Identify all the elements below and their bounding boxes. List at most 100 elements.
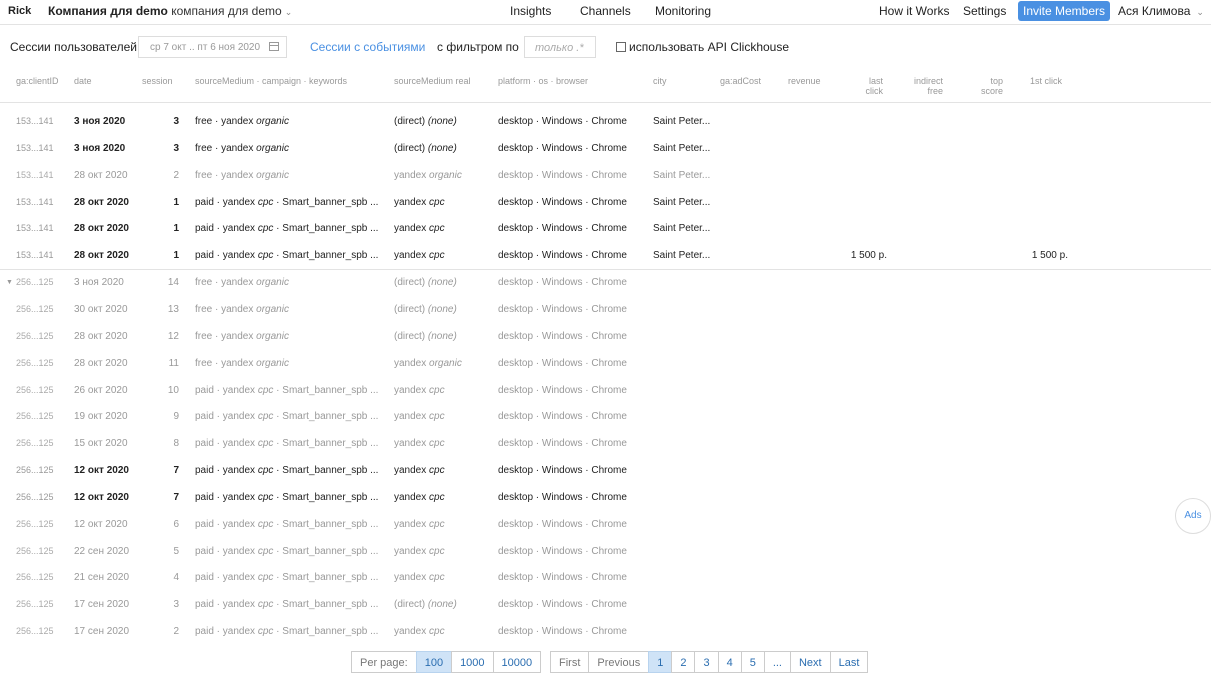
table-row[interactable]: ▼ 256...125 3 ноя 2020 14 free · yandex orga…	[0, 269, 1211, 296]
client-id-cell: 256...125	[16, 599, 54, 610]
first-click-cell	[1010, 538, 1068, 565]
col-session[interactable]: session	[142, 76, 173, 86]
sessions-with-events-link[interactable]: Сессии с событиями	[310, 36, 425, 58]
last-click-cell	[835, 215, 887, 242]
company-selector[interactable]: Компания для demo компания для demo ⌄	[48, 0, 292, 22]
nav-insights[interactable]: Insights	[510, 0, 551, 22]
date-cell: 28 окт 2020	[74, 196, 129, 208]
table-row[interactable]: 153...141 3 ноя 2020 3 free · yandex organi…	[0, 135, 1211, 162]
table-row[interactable]: 256...125 15 окт 2020 8 paid · yandex cpc ·…	[0, 430, 1211, 457]
nav-monitoring[interactable]: Monitoring	[655, 0, 711, 22]
nav-how-it-works[interactable]: How it Works	[879, 0, 949, 22]
real-source-text: yandex	[394, 196, 430, 208]
invite-members-button[interactable]: Invite Members	[1018, 1, 1111, 21]
table-row[interactable]: 256...125 22 сен 2020 5 paid · yandex cpc ·…	[0, 538, 1211, 565]
date-range-picker[interactable]: ср 7 окт .. пт 6 ноя 2020	[138, 36, 287, 58]
filter-label: с фильтром по	[437, 40, 519, 54]
caret-down-icon[interactable]: ▼	[6, 269, 13, 296]
col-city[interactable]: city	[653, 76, 667, 86]
first-click-cell	[1010, 215, 1068, 242]
date-cell: 28 окт 2020	[74, 357, 128, 369]
user-name[interactable]: Rick	[8, 0, 31, 22]
table-row[interactable]: 256...125 17 сен 2020 2 paid · yandex cpc ·…	[0, 618, 1211, 645]
page-3[interactable]: 3	[694, 651, 719, 673]
filter-input[interactable]: только .*	[524, 36, 596, 58]
table-row[interactable]: 153...141 3 ноя 2020 3 free · yandex organi…	[0, 108, 1211, 135]
col-source-medium-real[interactable]: sourceMedium real	[394, 76, 471, 86]
col-source-medium[interactable]: sourceMedium · campaign · keywords	[195, 76, 347, 86]
col-revenue[interactable]: revenue	[788, 76, 821, 86]
table-row[interactable]: 256...125 30 окт 2020 13 free · yandex orga…	[0, 296, 1211, 323]
source-medium-real-cell: (direct) (none)	[394, 323, 494, 350]
table-row[interactable]: 256...125 26 окт 2020 10 paid · yandex cpc …	[0, 377, 1211, 404]
table-row[interactable]: 256...125 12 окт 2020 6 paid · yandex cpc ·…	[0, 511, 1211, 538]
table-row[interactable]: 153...141 28 окт 2020 1 paid · yandex cpc ·…	[0, 189, 1211, 216]
per-page-100[interactable]: 100	[415, 651, 453, 673]
medium-cell-text: cpc	[257, 518, 274, 530]
source-cell-text: paid · yandex	[195, 250, 258, 262]
table-row[interactable]: 256...125 17 сен 2020 3 paid · yandex cpc ·…	[0, 591, 1211, 618]
table-row[interactable]: 153...141 28 окт 2020 1 paid · yandex cpc ·…	[0, 215, 1211, 242]
campaign-cell-text: · Smart_banner_spb ...	[273, 491, 379, 503]
col-platform[interactable]: platform · os · browser	[498, 76, 588, 86]
medium-cell-text: cpc	[257, 223, 274, 235]
table-row[interactable]: 256...125 19 окт 2020 9 paid · yandex cpc ·…	[0, 403, 1211, 430]
last-click-cell	[835, 591, 887, 618]
page-last[interactable]: Last	[829, 651, 869, 673]
table-row[interactable]: 256...125 12 окт 2020 7 paid · yandex cpc ·…	[0, 457, 1211, 484]
source-medium-real-cell: yandex organic	[394, 162, 494, 189]
table-row[interactable]: 153...141 28 окт 2020 2 free · yandex organ…	[0, 162, 1211, 189]
platform-cell: desktop · Windows · Chrome	[498, 626, 627, 638]
medium-cell-text: cpc	[257, 196, 274, 208]
platform-cell: desktop · Windows · Chrome	[498, 142, 627, 154]
page-5[interactable]: 5	[740, 651, 765, 673]
col-date[interactable]: date	[74, 76, 92, 86]
city-cell: Saint Peter...	[653, 250, 711, 262]
col-top-score[interactable]: top score	[970, 76, 1003, 96]
page-2[interactable]: 2	[671, 651, 696, 673]
real-medium-text: organic	[429, 169, 462, 181]
platform-cell: desktop · Windows · Chrome	[498, 572, 627, 584]
page-previous[interactable]: Previous	[588, 651, 650, 673]
table-row[interactable]: 256...125 12 окт 2020 7 paid · yandex cpc ·…	[0, 484, 1211, 511]
ads-button[interactable]: Ads	[1175, 498, 1211, 534]
session-cell: 14	[167, 277, 179, 289]
session-cell: 7	[173, 465, 179, 477]
per-page-1000[interactable]: 1000	[451, 651, 494, 673]
table-row[interactable]: 256...125 28 окт 2020 12 free · yandex orga…	[0, 323, 1211, 350]
client-id-cell: 153...141	[16, 169, 54, 180]
col-adcost[interactable]: ga:adCost	[720, 76, 761, 86]
source-medium-cell: paid · yandex cpc · Smart_banner_spb ...	[195, 538, 385, 565]
table-row[interactable]: 256...125 21 сен 2020 4 paid · yandex cpc ·…	[0, 564, 1211, 591]
col-client-id[interactable]: ga:clientID	[16, 76, 59, 86]
col-indirect-free[interactable]: indirect free	[900, 76, 943, 96]
real-medium-text: cpc	[429, 384, 445, 396]
first-click-cell	[1010, 162, 1068, 189]
page-next[interactable]: Next	[789, 651, 831, 673]
last-click-cell: 1 500 р.	[850, 250, 887, 262]
table-row[interactable]: 256...125 28 окт 2020 11 free · yandex orga…	[0, 350, 1211, 377]
real-source-text: yandex	[394, 411, 430, 423]
source-medium-real-cell: yandex cpc	[394, 430, 494, 457]
medium-cell-text: cpc	[257, 626, 274, 638]
real-source-text: (direct)	[394, 599, 428, 611]
client-id-cell: 256...125	[16, 572, 54, 583]
real-source-text: yandex	[394, 223, 430, 235]
source-medium-real-cell: (direct) (none)	[394, 135, 494, 162]
page-1[interactable]: 1	[648, 651, 673, 673]
col-last-click[interactable]: last click	[850, 76, 884, 96]
per-page-10000[interactable]: 10000	[492, 651, 542, 673]
col-first-click[interactable]: 1st click	[1030, 76, 1062, 86]
nav-channels[interactable]: Channels	[580, 0, 631, 22]
col-top-line1: top	[990, 76, 1003, 86]
page-4[interactable]: 4	[717, 651, 742, 673]
page-first[interactable]: First	[550, 651, 590, 673]
real-source-text: yandex	[394, 169, 430, 181]
nav-settings[interactable]: Settings	[963, 0, 1006, 22]
checkbox-icon[interactable]	[616, 41, 626, 52]
page-ellipsis[interactable]: ...	[763, 651, 791, 673]
account-menu[interactable]: Ася Климова ⌄	[1118, 0, 1204, 22]
clickhouse-api-checkbox[interactable]: использовать API Clickhouse	[616, 36, 789, 58]
calendar-icon	[269, 42, 279, 51]
table-row[interactable]: 153...141 28 окт 2020 1 paid · yandex cpc ·…	[0, 242, 1211, 271]
